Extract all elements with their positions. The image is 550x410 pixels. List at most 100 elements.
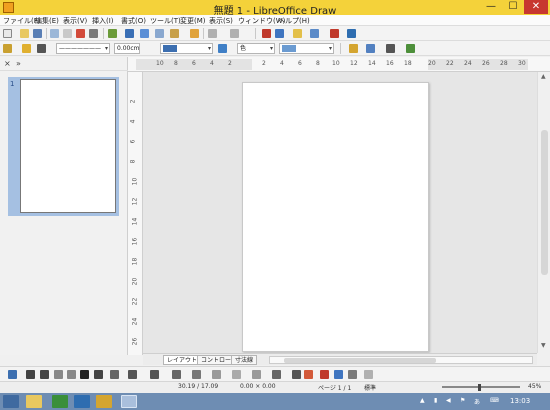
arrow-line-tool-icon[interactable] bbox=[40, 370, 49, 379]
close-button[interactable]: ✕ bbox=[524, 0, 548, 14]
symbol-shapes-icon[interactable] bbox=[192, 370, 201, 379]
gallery-icon[interactable] bbox=[330, 29, 339, 38]
autospell-icon[interactable] bbox=[125, 29, 134, 38]
menu-modify[interactable]: 変更(M) bbox=[180, 16, 206, 26]
points-icon[interactable] bbox=[292, 370, 301, 379]
calc-app-icon[interactable] bbox=[52, 395, 68, 408]
horizontal-ruler[interactable]: 10 8 6 4 2 2 4 6 8 10 12 14 16 18 20 22 … bbox=[128, 57, 550, 72]
menu-help[interactable]: ヘルプ(H) bbox=[278, 16, 310, 26]
new-icon[interactable] bbox=[3, 29, 12, 38]
chart-icon[interactable] bbox=[262, 29, 271, 38]
curve-select-icon[interactable] bbox=[110, 370, 119, 379]
block-arrows-icon[interactable] bbox=[212, 370, 221, 379]
clock[interactable]: 13:03 bbox=[510, 397, 530, 405]
basic-shapes-icon[interactable] bbox=[172, 370, 181, 379]
folder-icon[interactable] bbox=[96, 395, 112, 408]
edit-file-icon[interactable] bbox=[63, 29, 72, 38]
fill-format-icon[interactable] bbox=[22, 44, 31, 53]
line-color-select[interactable]: ▾ bbox=[160, 43, 213, 54]
scroll-up-icon[interactable]: ▲ bbox=[541, 73, 546, 80]
ruler-tick: 26 bbox=[482, 60, 490, 67]
network-icon[interactable]: ▮ bbox=[434, 397, 437, 404]
menu-edit[interactable]: 編集(E) bbox=[35, 16, 59, 26]
email-icon[interactable] bbox=[50, 29, 59, 38]
vertical-text-icon[interactable] bbox=[94, 370, 103, 379]
tray-expand-icon[interactable]: ▲ bbox=[420, 397, 425, 404]
connector-tool-icon[interactable] bbox=[67, 370, 76, 379]
paste-icon[interactable] bbox=[170, 29, 179, 38]
writer-app-icon[interactable] bbox=[74, 395, 90, 408]
extrusion-toggle-icon[interactable] bbox=[364, 370, 373, 379]
help-icon[interactable] bbox=[347, 29, 356, 38]
draw-app-icon[interactable] bbox=[121, 395, 137, 408]
fill-type-select[interactable]: 色 ▾ bbox=[237, 43, 275, 54]
copy-icon[interactable] bbox=[155, 29, 164, 38]
undo-icon[interactable] bbox=[208, 29, 217, 38]
redo-icon[interactable] bbox=[230, 29, 239, 38]
expand-panel-icon[interactable]: » bbox=[16, 59, 21, 68]
area-icon[interactable] bbox=[218, 44, 227, 53]
glue-points-icon[interactable] bbox=[304, 370, 313, 379]
fill-type-value: 色 bbox=[240, 45, 247, 52]
vertical-ruler[interactable]: 2 4 6 8 10 12 14 16 18 20 22 24 26 bbox=[128, 72, 143, 355]
page-thumbnail[interactable] bbox=[20, 79, 116, 213]
keyboard-icon[interactable]: ⌨ bbox=[490, 397, 499, 404]
menu-insert[interactable]: 挿入(I) bbox=[92, 16, 114, 26]
text-tool-icon[interactable] bbox=[80, 370, 89, 379]
callouts-icon[interactable] bbox=[252, 370, 261, 379]
fontwork-gallery-icon[interactable] bbox=[320, 370, 329, 379]
fontwork-icon[interactable] bbox=[293, 29, 302, 38]
menu-tools[interactable]: ツール(T) bbox=[150, 16, 181, 26]
align-icon[interactable] bbox=[386, 44, 395, 53]
tab-dimension-lines[interactable]: 寸法線 bbox=[231, 355, 258, 365]
tab-layout[interactable]: レイアウト bbox=[163, 355, 202, 365]
zoom-icon[interactable] bbox=[310, 29, 319, 38]
print-icon[interactable] bbox=[89, 29, 98, 38]
shadow-icon[interactable] bbox=[349, 44, 358, 53]
cut-icon[interactable] bbox=[140, 29, 149, 38]
minimize-button[interactable]: — bbox=[480, 0, 502, 14]
close-panel-icon[interactable]: × bbox=[4, 59, 11, 68]
menu-show[interactable]: 表示(S) bbox=[209, 16, 233, 26]
menu-format[interactable]: 書式(O) bbox=[121, 16, 146, 26]
fill-color-select[interactable]: ▾ bbox=[279, 43, 334, 54]
arrow-style-icon[interactable] bbox=[37, 44, 46, 53]
maximize-button[interactable]: ☐ bbox=[502, 0, 524, 14]
gallery-tool-icon[interactable] bbox=[348, 370, 357, 379]
line-tool-icon[interactable] bbox=[26, 370, 35, 379]
scroll-thumb[interactable] bbox=[541, 130, 548, 275]
flowchart-icon[interactable] bbox=[232, 370, 241, 379]
stars-icon[interactable] bbox=[272, 370, 281, 379]
ime-icon[interactable]: あ bbox=[474, 397, 480, 406]
arrange-icon[interactable] bbox=[406, 44, 415, 53]
volume-icon[interactable]: ◀ bbox=[446, 397, 451, 404]
flag-icon[interactable]: ⚑ bbox=[460, 397, 465, 404]
horizontal-scrollbar[interactable] bbox=[269, 356, 533, 364]
transformations-icon[interactable] bbox=[366, 44, 375, 53]
explorer-icon[interactable] bbox=[26, 395, 42, 408]
hscroll-thumb[interactable] bbox=[284, 358, 436, 363]
line-width-field[interactable]: 0.00cm bbox=[114, 43, 140, 54]
curve-tool-icon[interactable] bbox=[54, 370, 63, 379]
start-icon[interactable] bbox=[3, 395, 19, 408]
from-file-icon[interactable] bbox=[334, 370, 343, 379]
spellcheck-icon[interactable] bbox=[108, 29, 117, 38]
table-icon[interactable] bbox=[275, 29, 284, 38]
select-tool-icon[interactable] bbox=[8, 370, 17, 379]
line-style-select[interactable]: ——————— ▾ bbox=[56, 43, 110, 54]
zoom-slider[interactable] bbox=[442, 386, 520, 388]
styles-icon[interactable] bbox=[3, 44, 12, 53]
save-icon[interactable] bbox=[33, 29, 42, 38]
connector-select-icon[interactable] bbox=[128, 370, 137, 379]
clone-format-icon[interactable] bbox=[190, 29, 199, 38]
lines-arrows-icon[interactable] bbox=[150, 370, 159, 379]
drawing-page[interactable] bbox=[242, 82, 429, 352]
scroll-down-icon[interactable]: ▼ bbox=[541, 342, 546, 349]
zoom-level[interactable]: 45% bbox=[528, 383, 541, 390]
menu-view[interactable]: 表示(V) bbox=[63, 16, 87, 26]
open-icon[interactable] bbox=[20, 29, 29, 38]
zoom-slider-knob[interactable] bbox=[478, 384, 481, 391]
export-pdf-icon[interactable] bbox=[76, 29, 85, 38]
color-swatch bbox=[163, 45, 177, 52]
vertical-scrollbar[interactable]: ▲ ▼ bbox=[537, 72, 550, 353]
